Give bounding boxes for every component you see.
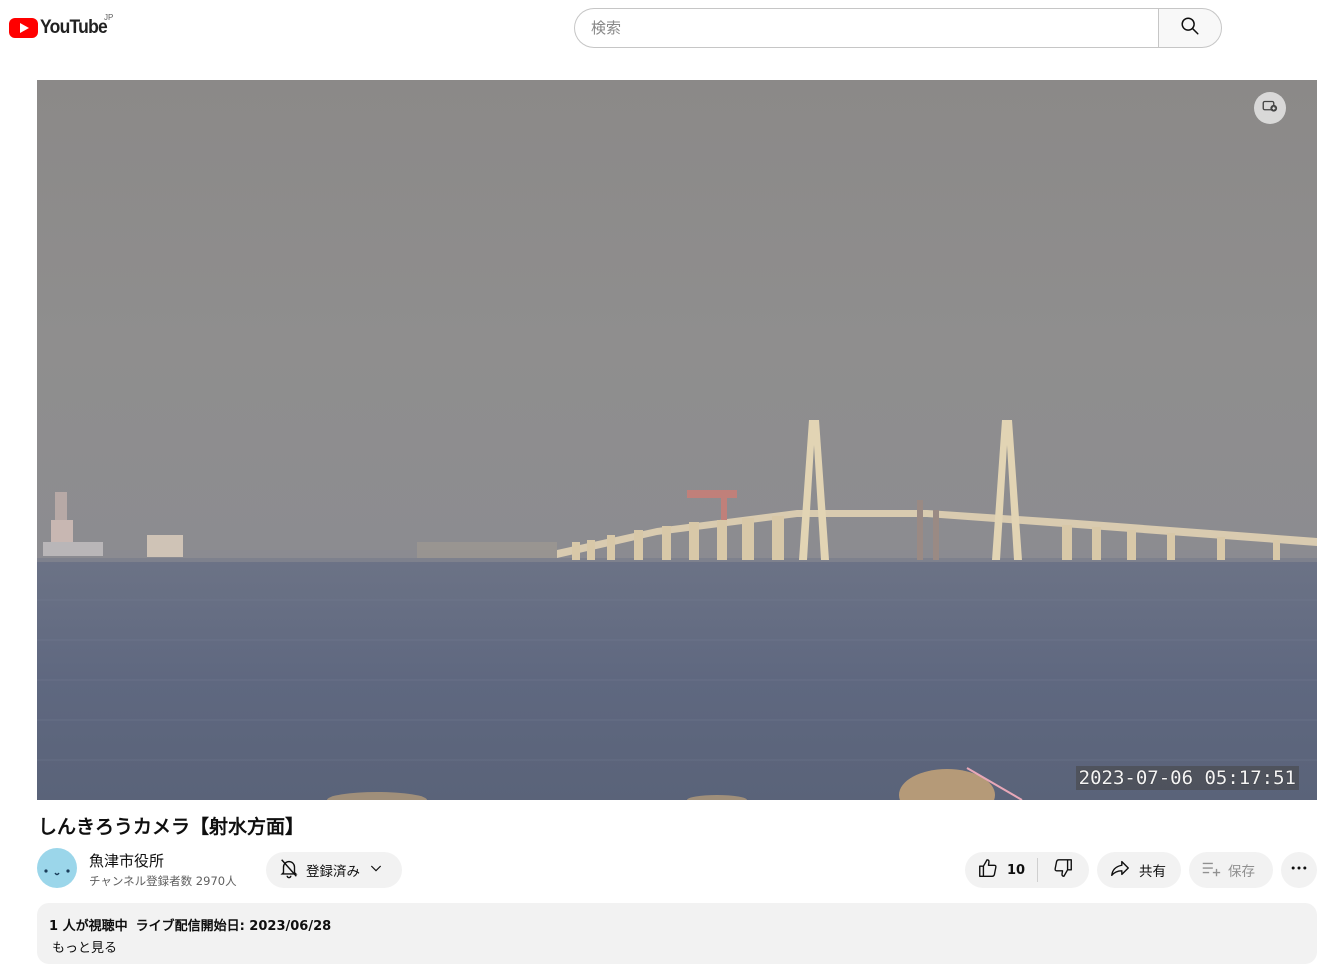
search-icon: [1179, 15, 1201, 41]
subscriber-count: チャンネル登録者数 2970人: [89, 874, 237, 888]
video-title: しんきろうカメラ【射水方面】: [38, 816, 305, 838]
show-more-link[interactable]: もっと見る: [52, 937, 1305, 956]
share-label: 共有: [1139, 864, 1166, 880]
cast-icon: [1261, 97, 1279, 119]
like-dislike-group: 10: [965, 852, 1089, 888]
cast-button[interactable]: [1254, 92, 1286, 124]
subscribed-button[interactable]: 登録済み: [266, 852, 402, 888]
channel-name[interactable]: 魚津市役所: [89, 850, 164, 871]
playlist-add-icon: [1200, 857, 1222, 883]
stream-start-date: ライブ配信開始日: 2023/06/28: [135, 919, 332, 934]
more-horizontal-icon: [1289, 858, 1309, 882]
video-player[interactable]: 2023-07-06 05:17:51: [37, 80, 1317, 800]
camera-timestamp: 2023-07-06 05:17:51: [1075, 766, 1299, 790]
more-actions-button[interactable]: [1281, 852, 1317, 888]
masthead: YouTube JP: [0, 0, 1328, 56]
youtube-logo[interactable]: YouTube: [9, 16, 113, 40]
logo-text: YouTube: [40, 17, 108, 38]
description-meta: 1 人が視聴中 ライブ配信開始日: 2023/06/28: [49, 915, 1305, 934]
thumbs-down-icon: [1052, 857, 1074, 883]
region-code: JP: [104, 13, 114, 22]
subscribe-label: 登録済み: [306, 864, 360, 880]
play-logo-icon: [9, 18, 38, 38]
video-frame: [37, 80, 1317, 800]
viewer-count: 1 人が視聴中: [49, 919, 128, 934]
chevron-down-icon: [368, 860, 384, 880]
like-count: 10: [1007, 862, 1026, 878]
thumbs-up-icon: [977, 857, 999, 883]
dislike-button[interactable]: [1038, 852, 1088, 888]
avatar-face-icon: [44, 869, 70, 876]
share-button[interactable]: 共有: [1097, 852, 1181, 888]
channel-avatar[interactable]: [37, 848, 77, 888]
description-box[interactable]: 1 人が視聴中 ライブ配信開始日: 2023/06/28 もっと見る: [37, 903, 1317, 964]
save-button[interactable]: 保存: [1189, 852, 1273, 888]
bell-off-icon: [278, 857, 300, 883]
save-label: 保存: [1228, 864, 1255, 880]
search-button[interactable]: [1158, 8, 1222, 48]
search-input[interactable]: [574, 8, 1158, 48]
share-icon: [1109, 857, 1131, 883]
search-bar: [574, 8, 1222, 48]
like-button[interactable]: 10: [965, 852, 1037, 888]
